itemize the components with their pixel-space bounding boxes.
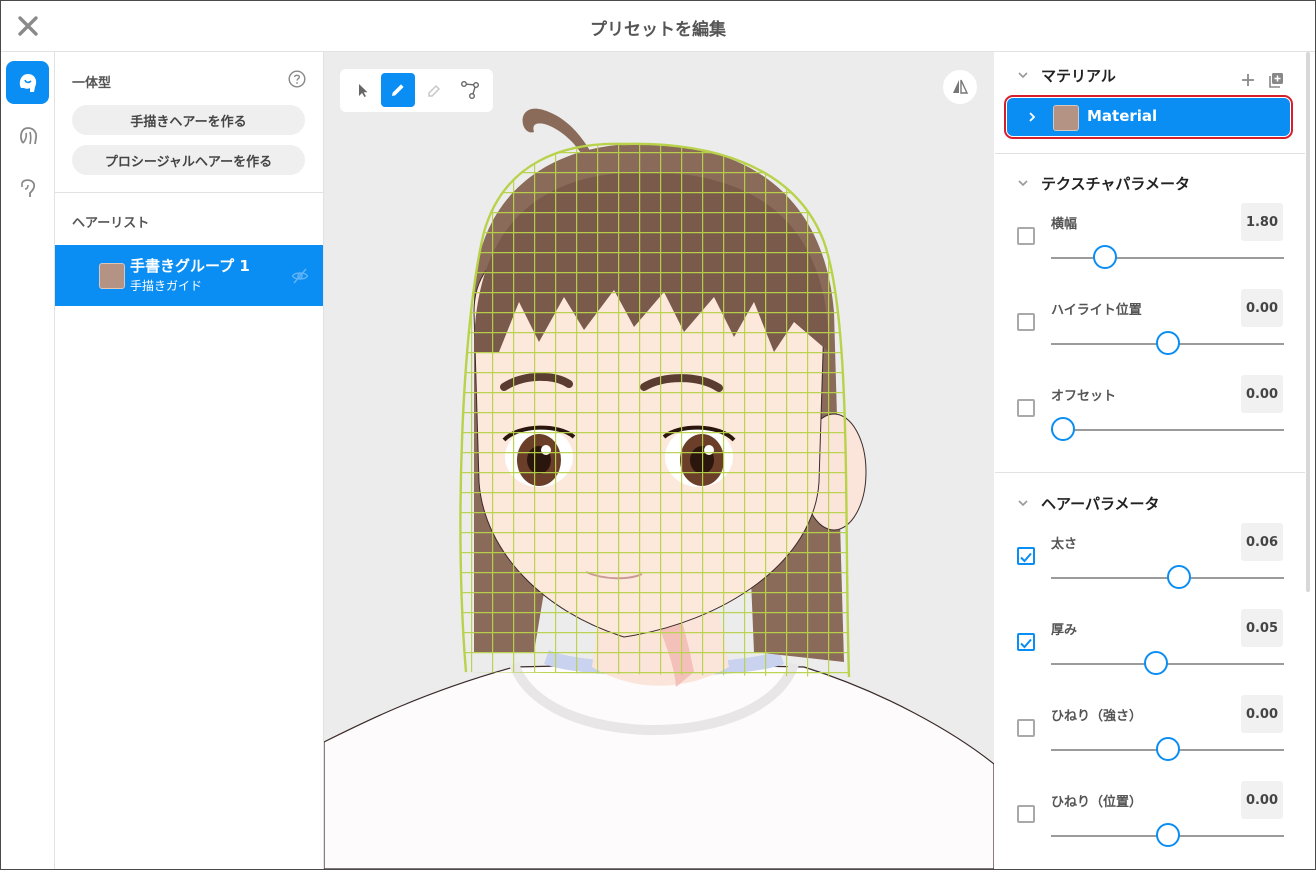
mirror-toggle-button[interactable] bbox=[943, 70, 977, 104]
slider-thumb[interactable] bbox=[1093, 245, 1117, 269]
param-checkbox[interactable] bbox=[1017, 633, 1035, 651]
param-label: ひねり（位置） bbox=[1051, 795, 1143, 810]
mirror-icon bbox=[953, 79, 969, 94]
param-label: 太さ bbox=[1051, 537, 1078, 552]
checkmark-icon bbox=[1020, 552, 1032, 563]
material-section-header[interactable]: マテリアル bbox=[995, 60, 1315, 90]
rail-hair-button[interactable] bbox=[6, 61, 49, 104]
pencil-icon bbox=[392, 84, 404, 96]
param-label: オフセット bbox=[1051, 389, 1117, 404]
hair-color-swatch bbox=[99, 263, 125, 289]
chevron-down-icon bbox=[1018, 500, 1028, 507]
hair-section-title: ヘアーパラメータ bbox=[1041, 495, 1160, 513]
param-checkbox[interactable] bbox=[1017, 805, 1035, 823]
hair-type-label: 一体型 bbox=[72, 76, 112, 91]
param-value[interactable]: 0.00 bbox=[1241, 695, 1283, 733]
param-value[interactable]: 0.05 bbox=[1241, 609, 1283, 647]
param-twist-strength: ひねり（強さ） 0.00 bbox=[995, 695, 1305, 791]
path-edit-tool-button[interactable] bbox=[453, 73, 487, 107]
slider-track[interactable] bbox=[1051, 429, 1284, 431]
chevron-down-icon bbox=[1018, 72, 1028, 79]
help-icon[interactable] bbox=[288, 70, 306, 88]
param-value[interactable]: 0.06 bbox=[1241, 523, 1283, 561]
hair-list-label: ヘアーリスト bbox=[72, 216, 150, 231]
slider-track[interactable] bbox=[1051, 257, 1284, 259]
param-checkbox[interactable] bbox=[1017, 313, 1035, 331]
chevron-down-icon bbox=[1018, 180, 1028, 187]
select-tool-button[interactable] bbox=[346, 73, 380, 107]
material-color-swatch bbox=[1053, 105, 1079, 131]
add-material-icon[interactable] bbox=[1241, 73, 1255, 87]
node-path-icon bbox=[461, 81, 479, 99]
hair-side-icon bbox=[19, 126, 37, 144]
eraser-tool-button[interactable] bbox=[417, 73, 451, 107]
rail-hair-guide-button[interactable] bbox=[6, 166, 49, 209]
hair-panel: 一体型 手描きヘアーを作る プロシージャルヘアーを作る ヘアーリスト 手書きグル… bbox=[55, 52, 324, 869]
checkmark-icon bbox=[1020, 638, 1032, 649]
hair-guide-icon bbox=[20, 178, 35, 197]
param-offset: オフセット 0.00 bbox=[995, 375, 1305, 471]
tool-rail bbox=[1, 52, 55, 869]
draw-toolbar bbox=[340, 69, 493, 112]
hair-head-icon bbox=[19, 73, 36, 92]
preset-editor-window: プリセットを編集 一体型 手描きヘアーを作る プロシージャルヘアーを作る ヘアー… bbox=[0, 0, 1316, 870]
slider-thumb[interactable] bbox=[1156, 737, 1180, 761]
header: プリセットを編集 bbox=[1, 1, 1315, 52]
page-title: プリセットを編集 bbox=[590, 20, 726, 40]
create-hand-drawn-hair-button[interactable]: 手描きヘアーを作る bbox=[72, 105, 305, 135]
param-checkbox[interactable] bbox=[1017, 719, 1035, 737]
slider-thumb[interactable] bbox=[1051, 417, 1075, 441]
eraser-icon bbox=[428, 84, 441, 97]
material-section-title: マテリアル bbox=[1041, 67, 1116, 85]
param-checkbox[interactable] bbox=[1017, 227, 1035, 245]
param-value[interactable]: 1.80 bbox=[1241, 203, 1283, 241]
hair-section-header[interactable]: ヘアーパラメータ bbox=[995, 488, 1315, 518]
param-label: 横幅 bbox=[1051, 217, 1078, 232]
slider-thumb[interactable] bbox=[1156, 331, 1180, 355]
param-label: ひねり（強さ） bbox=[1051, 709, 1143, 724]
properties-panel: マテリアル Material テクスチャパラメータ 横幅 1.80 ハイライト位… bbox=[995, 52, 1315, 869]
hair-item-subtitle: 手描きガイド bbox=[130, 279, 203, 293]
param-value[interactable]: 0.00 bbox=[1241, 375, 1283, 413]
param-highlight-position: ハイライト位置 0.00 bbox=[995, 289, 1305, 385]
create-procedural-hair-button[interactable]: プロシージャルヘアーを作る bbox=[72, 145, 305, 175]
param-depth: 厚み 0.05 bbox=[995, 609, 1305, 705]
slider-thumb[interactable] bbox=[1156, 823, 1180, 847]
material-item[interactable]: Material bbox=[1004, 95, 1293, 139]
cursor-icon bbox=[359, 84, 368, 97]
chevron-right-icon bbox=[1029, 112, 1036, 122]
slider-thumb[interactable] bbox=[1167, 565, 1191, 589]
param-checkbox[interactable] bbox=[1017, 547, 1035, 565]
3d-viewport[interactable] bbox=[324, 52, 994, 869]
param-value[interactable]: 0.00 bbox=[1241, 289, 1283, 327]
visibility-off-icon[interactable] bbox=[291, 267, 309, 285]
param-value[interactable]: 0.00 bbox=[1241, 781, 1283, 819]
param-twist-position: ひねり（位置） 0.00 bbox=[995, 781, 1305, 869]
material-name: Material bbox=[1087, 107, 1158, 125]
divider bbox=[55, 192, 323, 193]
slider-thumb[interactable] bbox=[1144, 651, 1168, 675]
pen-tool-button[interactable] bbox=[381, 73, 415, 107]
duplicate-material-icon[interactable] bbox=[1267, 72, 1284, 89]
param-checkbox[interactable] bbox=[1017, 399, 1035, 417]
hair-list-item[interactable]: 手書きグループ 1 手描きガイド bbox=[55, 245, 323, 306]
param-label: ハイライト位置 bbox=[1051, 303, 1142, 318]
texture-section-header[interactable]: テクスチャパラメータ bbox=[995, 168, 1315, 198]
param-thickness: 太さ 0.06 bbox=[995, 523, 1305, 619]
hair-item-name: 手書きグループ 1 bbox=[130, 257, 250, 275]
texture-section-title: テクスチャパラメータ bbox=[1041, 175, 1190, 193]
param-width: 横幅 1.80 bbox=[995, 203, 1305, 299]
param-label: 厚み bbox=[1051, 623, 1078, 638]
rail-hair-shape-button[interactable] bbox=[6, 114, 49, 157]
divider bbox=[995, 472, 1305, 473]
divider bbox=[995, 153, 1305, 154]
avatar-preview bbox=[324, 108, 994, 869]
